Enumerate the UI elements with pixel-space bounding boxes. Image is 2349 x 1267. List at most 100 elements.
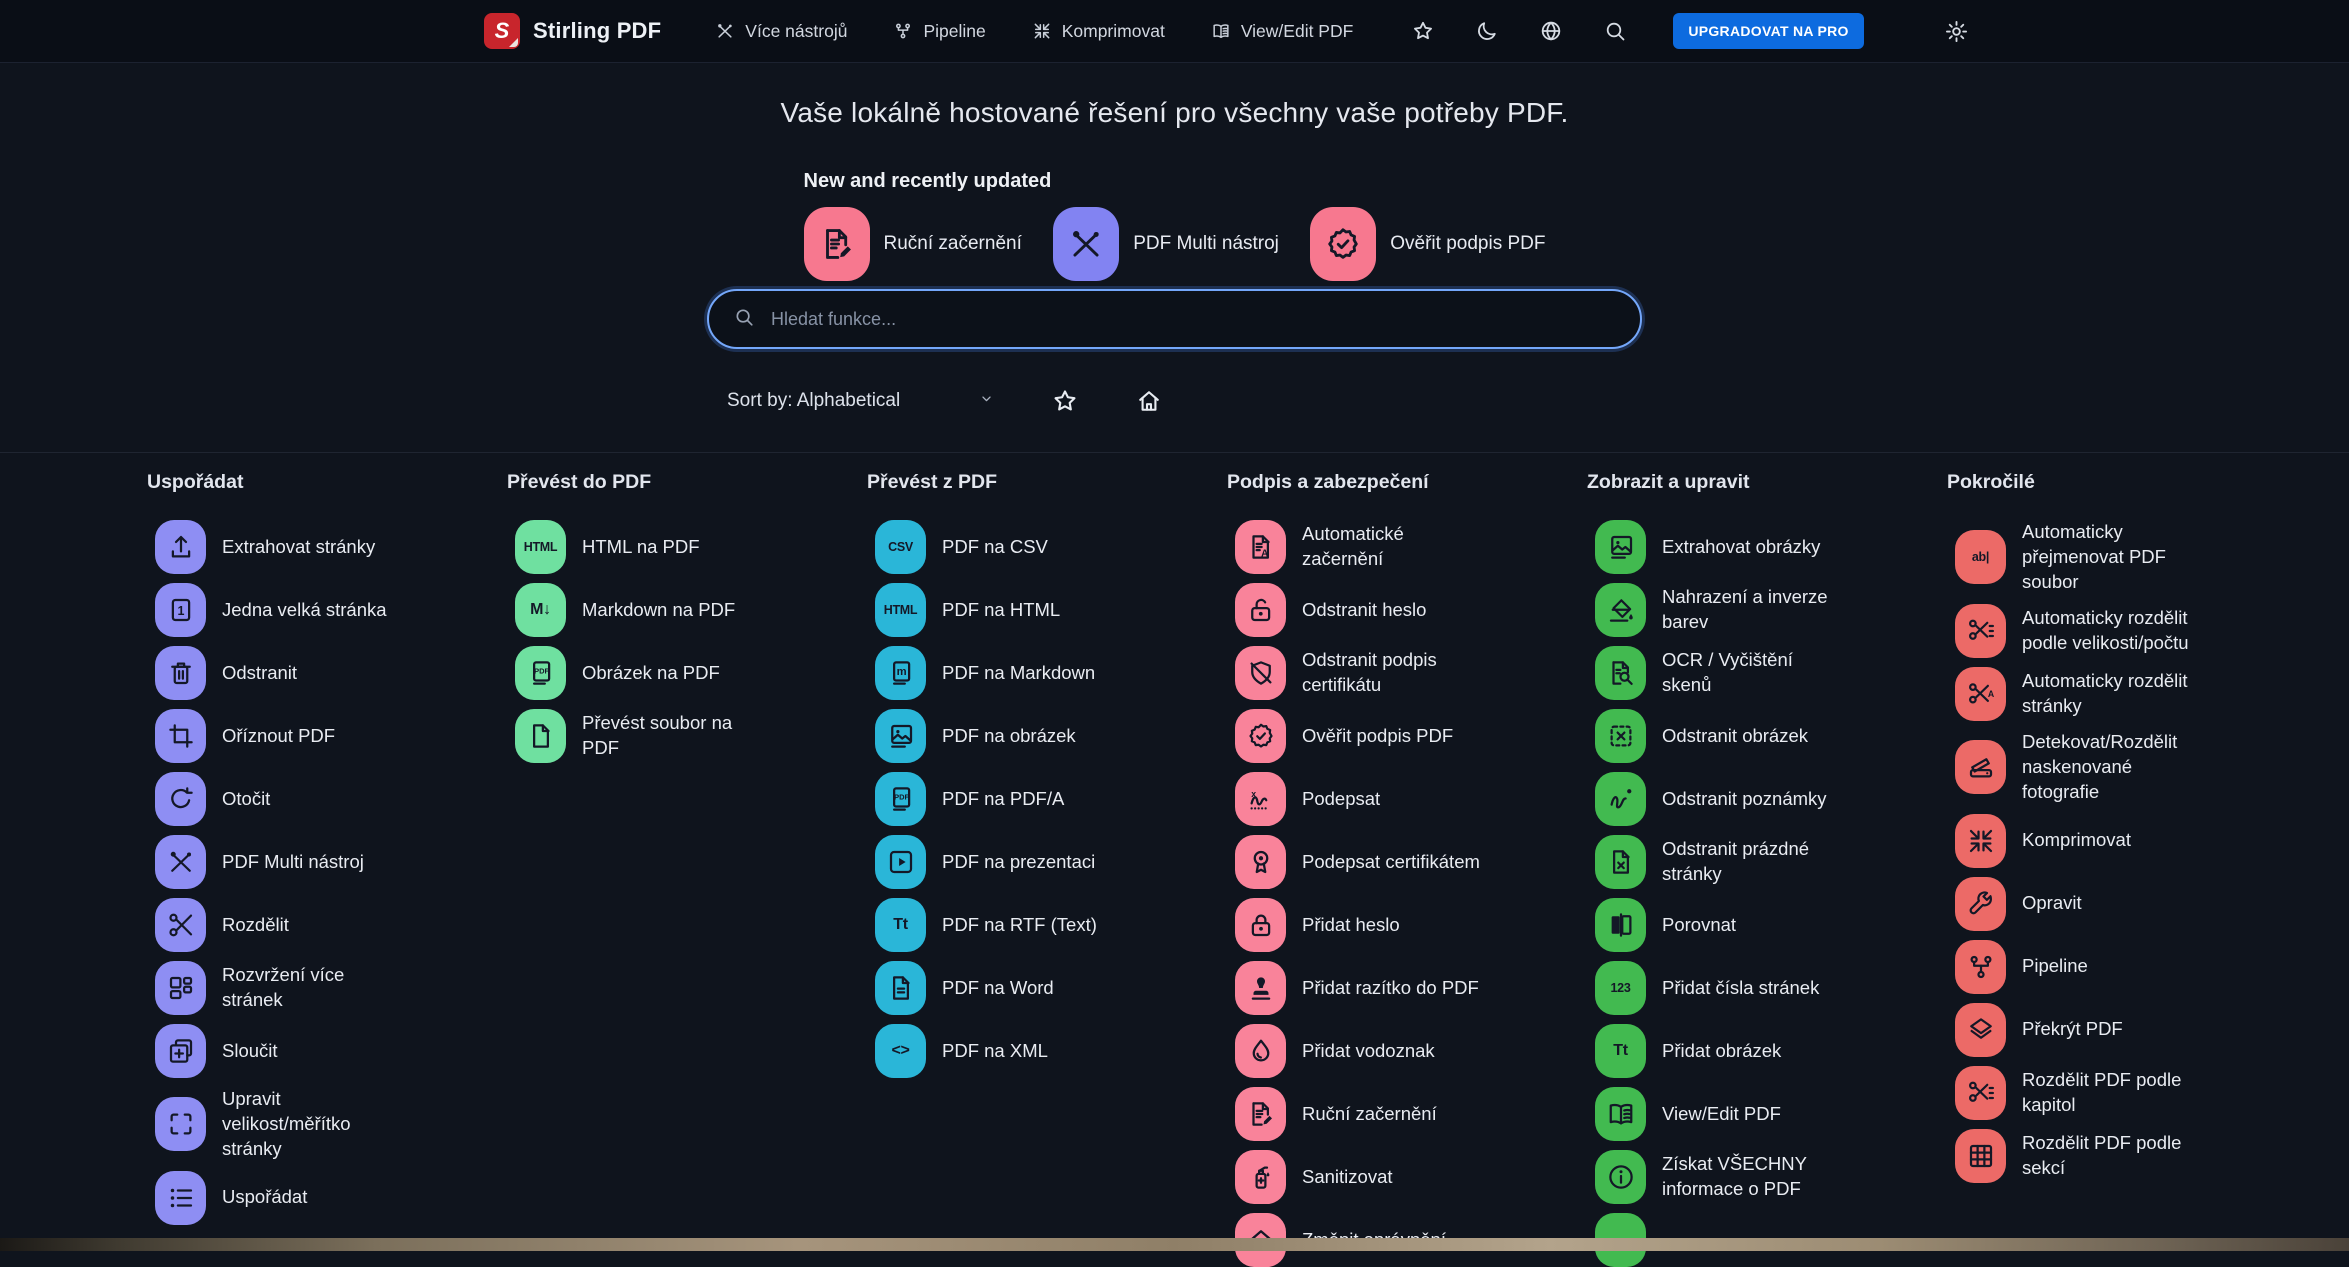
text-Tt-icon: Tt (875, 898, 926, 952)
tool-item[interactable]: Rozdělit (147, 898, 507, 952)
tool-item[interactable]: mPDF na Markdown (867, 646, 1227, 700)
tool-item[interactable]: AAutomatické začernění (1227, 520, 1587, 574)
tool-item[interactable]: Uspořádat (147, 1171, 507, 1225)
tool-item[interactable]: PDF Multi nástroj (147, 835, 507, 889)
favourites-filter-icon[interactable] (1051, 387, 1079, 415)
word-doc-icon (886, 973, 916, 1003)
image-pages-icon (1595, 520, 1646, 574)
tool-item[interactable]: Podepsat certifikátem (1227, 835, 1587, 889)
column-title: Pokročilé (1947, 471, 2307, 494)
tool-item[interactable]: Opravit (1947, 877, 2307, 931)
tool-item[interactable]: <>PDF na XML (867, 1024, 1227, 1078)
tool-item[interactable]: Ověřit podpis PDF (1227, 709, 1587, 763)
tool-label: PDF na PDF/A (942, 787, 1064, 812)
nav-item-more-tools[interactable]: Více nástrojů (715, 21, 847, 42)
tool-item[interactable]: Porovnat (1587, 898, 1947, 952)
tool-item[interactable]: xPodepsat (1227, 772, 1587, 826)
tool-item[interactable]: HTMLPDF na HTML (867, 583, 1227, 637)
unlock-icon (1235, 583, 1286, 637)
sort-select[interactable]: Sort by: Alphabetical (727, 390, 995, 412)
badge-check-icon (1235, 709, 1286, 763)
tool-column-6: Pokročilé ab|Automaticky přejmenovat PDF … (1947, 471, 2307, 1183)
nav-item-pipeline[interactable]: Pipeline (893, 21, 985, 42)
tool-label: PDF na RTF (Text) (942, 913, 1097, 938)
tool-item[interactable]: Otočit (147, 772, 507, 826)
tool-item[interactable]: Odstranit podpis certifikátu (1227, 646, 1587, 700)
tool-item[interactable]: View/Edit PDF (1587, 1087, 1947, 1141)
favourites-icon[interactable] (1411, 19, 1435, 43)
tool-item[interactable]: Přidat vodoznak (1227, 1024, 1587, 1078)
stirling-logo[interactable]: S (484, 13, 520, 49)
tool-item[interactable]: Přidat razítko do PDF (1227, 961, 1587, 1015)
tool-item[interactable]: ab|Automaticky přejmenovat PDF soubor (1947, 520, 2307, 595)
settings-gear-icon[interactable] (1944, 19, 1969, 44)
tool-item[interactable]: PDF na Word (867, 961, 1227, 1015)
tool-item[interactable]: Získat VŠECHNY informace o PDF (1587, 1150, 1947, 1204)
featured-item[interactable]: Ověřit podpis PDF (1310, 207, 1545, 281)
pipeline-icon (893, 21, 913, 41)
tool-item[interactable]: Odstranit heslo (1227, 583, 1587, 637)
tool-item[interactable]: Překrýt PDF (1947, 1003, 2307, 1057)
column-title: Převést do PDF (507, 471, 867, 494)
compare-icon (1595, 898, 1646, 952)
upload-pages-icon (166, 532, 196, 562)
tool-item[interactable]: Převést soubor na PDF (507, 709, 867, 763)
tool-item[interactable]: Pipeline (1947, 940, 2307, 994)
signature-icon: x (1235, 772, 1286, 826)
tool-item[interactable]: PDF na prezentaci (867, 835, 1227, 889)
featured-item[interactable]: Ruční začernění (804, 207, 1022, 281)
feature-search-bar[interactable] (707, 289, 1642, 349)
tool-item[interactable]: Sanitizovat (1227, 1150, 1587, 1204)
nav-item-view-edit-pdf[interactable]: View/Edit PDF (1211, 21, 1354, 42)
home-icon[interactable] (1135, 387, 1163, 415)
tool-item[interactable]: Rozdělit PDF podle sekcí (1947, 1129, 2307, 1183)
tool-item[interactable]: Odstranit prázdné stránky (1587, 835, 1947, 889)
tool-item[interactable]: Automaticky rozdělit podle velikosti/poč… (1947, 604, 2307, 658)
tool-item[interactable]: OCR / Vyčištění skenů (1587, 646, 1947, 700)
tool-item[interactable]: Detekovat/Rozdělit naskenované fotografi… (1947, 730, 2307, 805)
tool-item[interactable]: Rozvržení více stránek (147, 961, 507, 1015)
tool-item[interactable]: PDF na obrázek (867, 709, 1227, 763)
upgrade-pro-button[interactable]: UPGRADOVAT NA PRO (1673, 13, 1863, 49)
tool-item[interactable]: Sloučit (147, 1024, 507, 1078)
tool-item[interactable]: Odstranit obrázek (1587, 709, 1947, 763)
tool-item[interactable]: M↓Markdown na PDF (507, 583, 867, 637)
tool-item[interactable]: Ruční začernění (1227, 1087, 1587, 1141)
tool-item[interactable]: AAutomaticky rozdělit stránky (1947, 667, 2307, 721)
featured-item-label: Ověřit podpis PDF (1390, 233, 1545, 255)
tool-item[interactable]: TtPřidat obrázek (1587, 1024, 1947, 1078)
rotate-icon (166, 784, 196, 814)
tool-item[interactable]: 123Přidat čísla stránek (1587, 961, 1947, 1015)
upload-pages-icon (155, 520, 206, 574)
tool-item[interactable]: Upravit velikost/měřítko stránky (147, 1087, 507, 1162)
tool-item[interactable]: Nahrazení a inverze barev (1587, 583, 1947, 637)
tool-item[interactable]: Extrahovat stránky (147, 520, 507, 574)
tool-item[interactable]: Oříznout PDF (147, 709, 507, 763)
tool-item[interactable]: Komprimovat (1947, 814, 2307, 868)
tool-item[interactable]: Tt PDF na RTF (Text) (867, 898, 1227, 952)
tool-item[interactable]: Odstranit poznámky (1587, 772, 1947, 826)
dark-mode-icon[interactable] (1475, 19, 1499, 43)
search-icon[interactable] (1603, 19, 1627, 43)
tool-item[interactable]: Extrahovat obrázky (1587, 520, 1947, 574)
nav-item-compress[interactable]: Komprimovat (1032, 21, 1165, 42)
tool-item[interactable]: 1Jedna velká stránka (147, 583, 507, 637)
tool-item[interactable]: Přidat heslo (1227, 898, 1587, 952)
chevron-down-icon (978, 390, 995, 412)
star-icon (1051, 387, 1079, 415)
medal-icon (1246, 847, 1276, 877)
tool-item[interactable]: HTMLHTML na PDF (507, 520, 867, 574)
page-title: Vaše lokálně hostované řešení pro všechn… (0, 97, 2349, 129)
tool-item[interactable]: PDFPDF na PDF/A (867, 772, 1227, 826)
tool-label: Porovnat (1662, 913, 1736, 938)
globe-icon (1539, 19, 1563, 43)
organize-list-icon (155, 1171, 206, 1225)
search-input[interactable] (769, 308, 1616, 331)
tool-item[interactable]: Rozdělit PDF podle kapitol (1947, 1066, 2307, 1120)
language-icon[interactable] (1539, 19, 1563, 43)
tool-item[interactable]: Odstranit (147, 646, 507, 700)
tool-item[interactable]: PDFObrázek na PDF (507, 646, 867, 700)
tool-item[interactable]: CSVPDF na CSV (867, 520, 1227, 574)
featured-item[interactable]: PDF Multi nástroj (1053, 207, 1279, 281)
scissors-icon (166, 910, 196, 940)
